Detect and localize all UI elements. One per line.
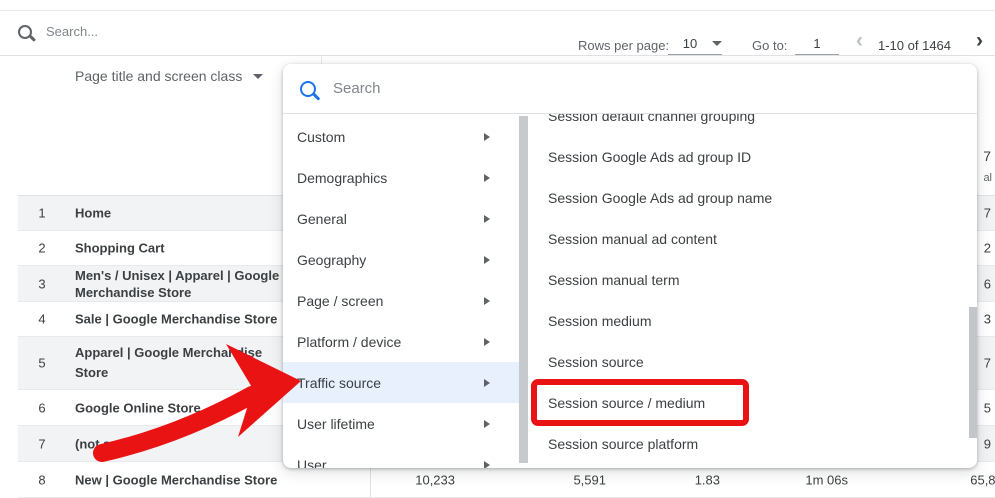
chevron-right-icon: [484, 419, 490, 428]
row-label: (not set): [75, 436, 127, 451]
totals-percent-tail: al: [983, 172, 992, 184]
next-page-button[interactable]: ›: [976, 30, 983, 51]
rows-per-page-label: Rows per page:: [578, 38, 670, 53]
row-metric-tail: 6: [983, 276, 991, 291]
pagination-range: 1-10 of 1464: [878, 38, 952, 53]
row-index: 5: [38, 355, 46, 371]
row-label: Sale | Google Merchandise Store: [75, 311, 278, 327]
ga4-report-screen: { "topbar": { "search_placeholder": "Sea…: [0, 0, 995, 498]
row-metric-tail: 9: [983, 436, 991, 451]
row-index: 6: [38, 400, 46, 415]
row-metric-tail: 3: [983, 311, 991, 327]
metric-views: 10,233: [415, 472, 455, 487]
metric-views-per-user: 1.83: [694, 472, 720, 487]
goto-page-field[interactable]: [795, 32, 839, 55]
submenu-item-session-default-channel-grouping[interactable]: Session default channel grouping: [528, 114, 953, 136]
chevron-down-icon: [712, 40, 722, 46]
row-metric-tail: 5: [983, 400, 991, 415]
search-icon: [300, 80, 316, 97]
submenu-item-session-manual-term[interactable]: Session manual term: [528, 259, 953, 300]
rows-per-page-select[interactable]: 10: [668, 32, 722, 55]
row-index: 2: [38, 240, 46, 256]
category-list: Custom Demographics General Geography Pa…: [283, 114, 519, 468]
table-toolbar: Rows per page: 10 Go to: ‹ 1-10 of 1464 …: [0, 11, 995, 56]
row-label: Google Online Store: [75, 400, 201, 415]
row-metric-tail: 2: [983, 240, 991, 256]
menu-item-user-lifetime[interactable]: User lifetime: [283, 403, 519, 444]
menu-item-user[interactable]: User: [283, 444, 519, 468]
metric-avg-engagement-time: 1m 06s: [805, 472, 848, 487]
chevron-right-icon: [484, 296, 490, 305]
dimension-selector-dropdown[interactable]: Page title and screen class: [75, 68, 264, 84]
submenu-item-session-google-ads-ad-group-name[interactable]: Session Google Ads ad group name: [528, 177, 953, 218]
chevron-right-icon: [484, 132, 490, 141]
previous-page-button[interactable]: ‹: [856, 30, 863, 51]
submenu-list: Session default channel grouping Session…: [528, 114, 953, 464]
row-label: Shopping Cart: [75, 240, 165, 256]
chevron-right-icon: [484, 214, 490, 223]
row-metric-tail: 7: [983, 205, 991, 221]
goto-page-input[interactable]: [795, 34, 839, 52]
row-label: Home: [75, 205, 112, 221]
row-metric-tail: 7: [983, 355, 991, 371]
chevron-right-icon: [484, 255, 490, 264]
menu-item-geography[interactable]: Geography: [283, 239, 519, 280]
menu-item-page-screen[interactable]: Page / screen: [283, 280, 519, 321]
row-label: New | Google Merchandise Store: [75, 472, 278, 487]
metric-users: 5,591: [573, 472, 606, 487]
submenu-item-session-google-ads-ad-group-id[interactable]: Session Google Ads ad group ID: [528, 136, 953, 177]
submenu-item-session-source-platform[interactable]: Session source platform: [528, 423, 953, 464]
row-index: 3: [38, 276, 46, 291]
row-index: 7: [38, 436, 46, 451]
dimension-selector-label: Page title and screen class: [75, 68, 243, 84]
menu-item-custom[interactable]: Custom: [283, 116, 519, 157]
submenu-item-session-source-medium[interactable]: Session source / medium: [528, 382, 953, 423]
submenu-item-session-source[interactable]: Session source: [528, 341, 953, 382]
submenu-scrollbar[interactable]: [969, 307, 977, 438]
menu-item-demographics[interactable]: Demographics: [283, 157, 519, 198]
category-list-scrollbar[interactable]: [519, 116, 528, 463]
chevron-right-icon: [484, 173, 490, 182]
search-icon: [18, 24, 32, 39]
row-label: Men's / Unisex | Apparel | Google Merchan…: [75, 267, 280, 300]
totals-value-tail: 7: [983, 148, 991, 164]
dimension-picker-menu: Custom Demographics General Geography Pa…: [283, 64, 977, 468]
table-search[interactable]: [18, 23, 268, 40]
dimension-search[interactable]: [283, 64, 977, 114]
dimension-search-input[interactable]: [331, 79, 635, 98]
row-index: 8: [38, 472, 46, 487]
chevron-right-icon: [484, 460, 490, 468]
menu-item-platform-device[interactable]: Platform / device: [283, 321, 519, 362]
metric-event-count: 65,820: [970, 472, 995, 487]
row-label: Apparel | Google Merchandise Store: [75, 345, 263, 380]
rows-per-page-value: 10: [682, 35, 698, 51]
row-index: 4: [38, 311, 46, 327]
chevron-right-icon: [484, 378, 490, 387]
submenu-item-session-medium[interactable]: Session medium: [528, 300, 953, 341]
table-search-input[interactable]: [44, 23, 268, 40]
dimension-picker-body: Custom Demographics General Geography Pa…: [283, 114, 977, 468]
menu-item-traffic-source[interactable]: Traffic source: [283, 362, 519, 403]
menu-item-general[interactable]: General: [283, 198, 519, 239]
submenu-item-session-manual-ad-content[interactable]: Session manual ad content: [528, 218, 953, 259]
chevron-down-icon: [253, 73, 264, 79]
goto-label: Go to:: [752, 38, 788, 53]
chevron-right-icon: [484, 337, 490, 346]
row-index: 1: [38, 205, 46, 221]
